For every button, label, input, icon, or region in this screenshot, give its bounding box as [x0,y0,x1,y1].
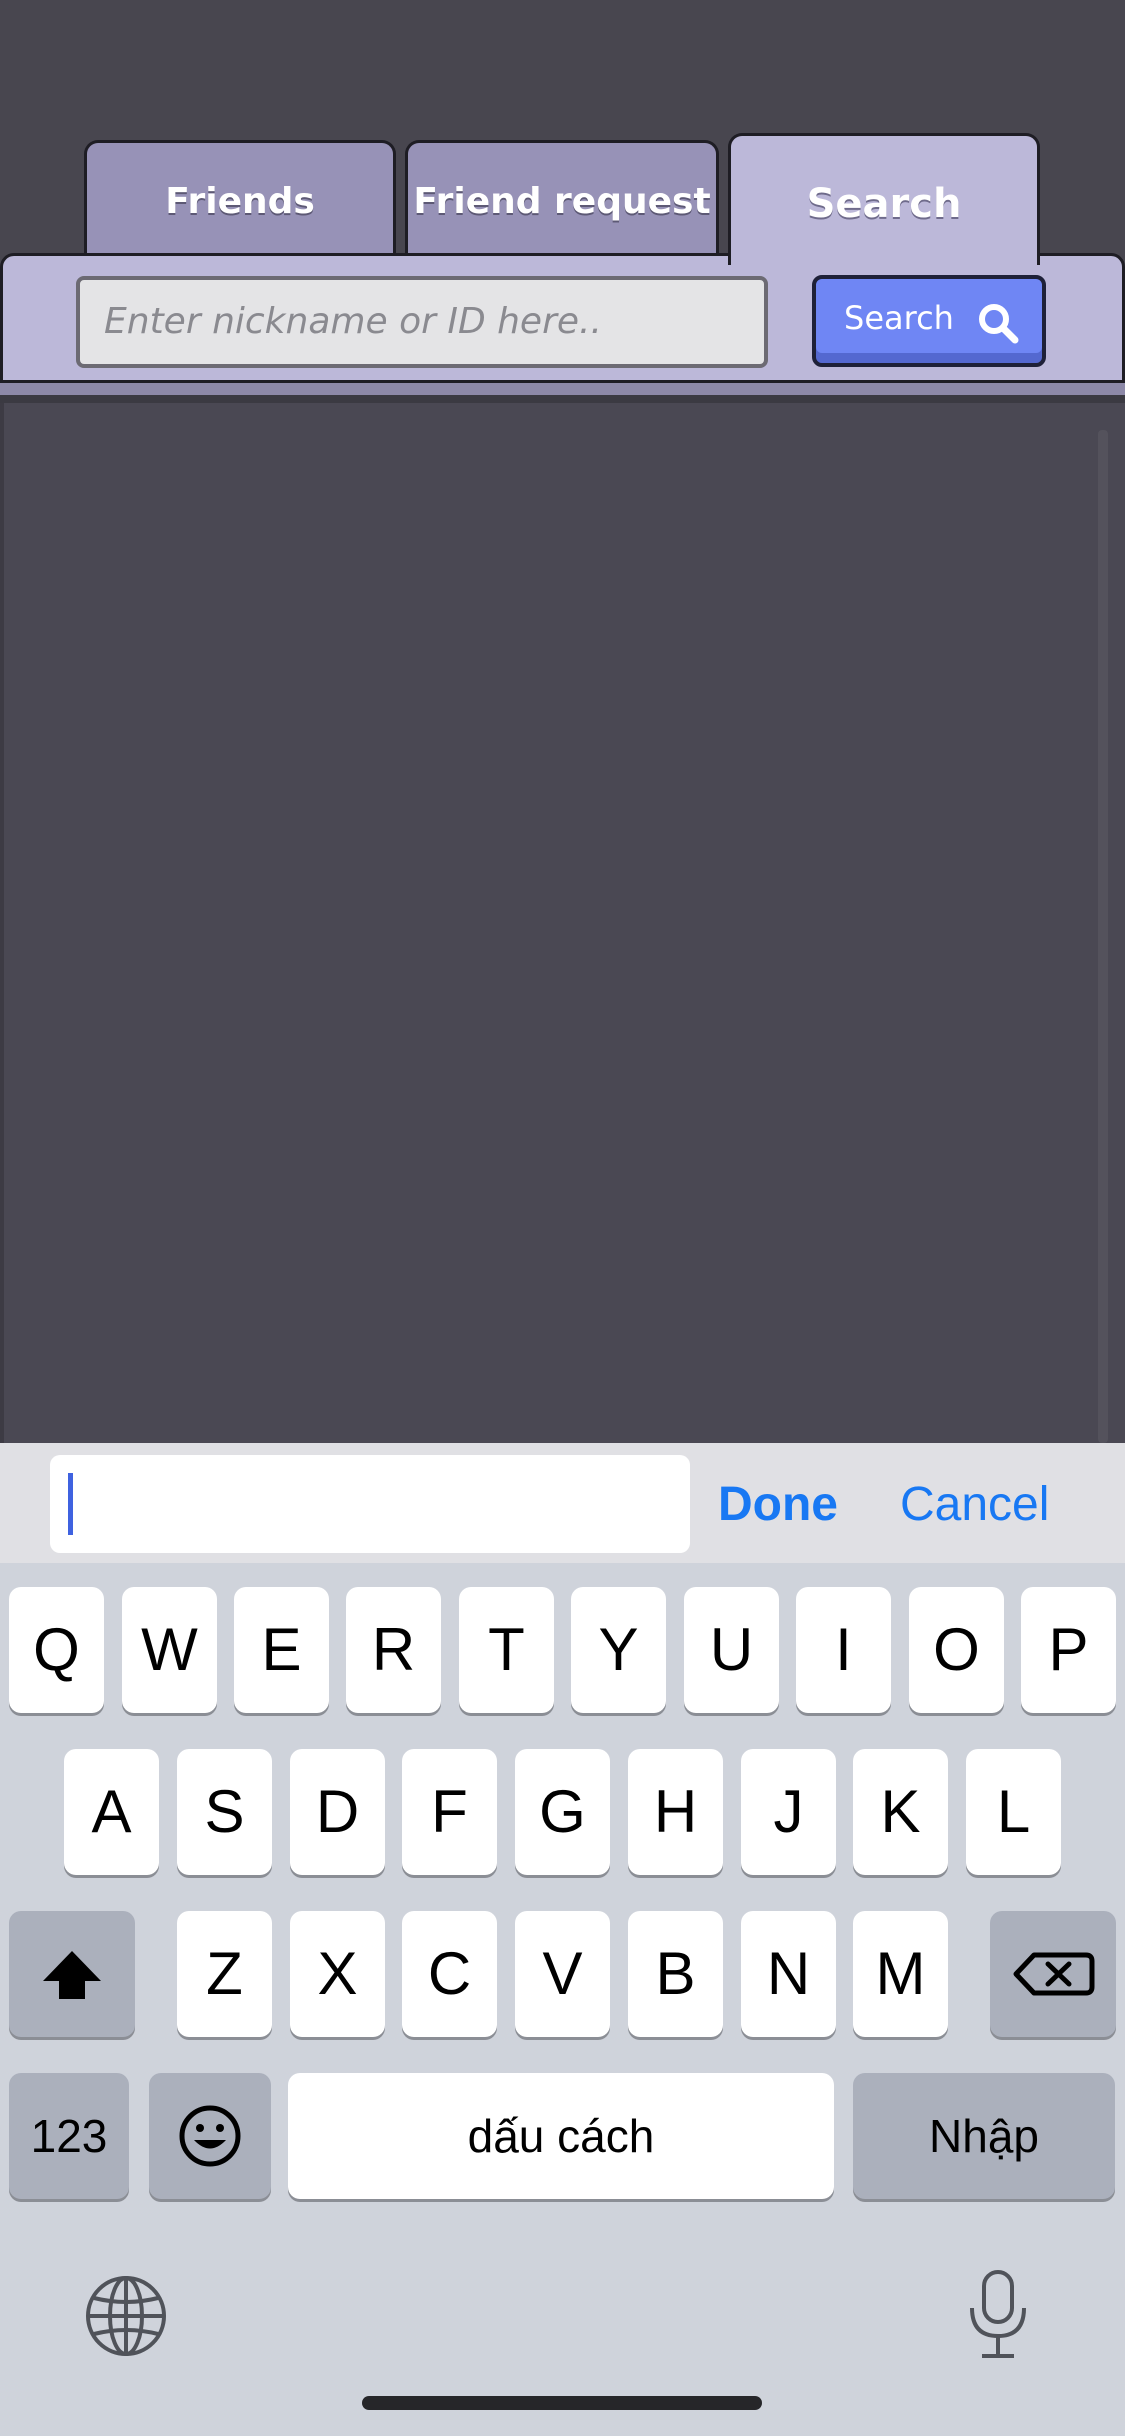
space-key[interactable]: dấu cách [288,2073,834,2199]
key-r[interactable]: R [346,1587,441,1713]
text-entry-field[interactable] [50,1455,690,1553]
results-list [0,403,1125,1443]
return-key[interactable]: Nhập [853,2073,1115,2199]
home-indicator [362,2396,762,2410]
key-t[interactable]: T [459,1587,554,1713]
key-a[interactable]: A [64,1749,159,1875]
key-y[interactable]: Y [571,1587,666,1713]
key-u[interactable]: U [684,1587,779,1713]
key-z[interactable]: Z [177,1911,272,2037]
key-j[interactable]: J [741,1749,836,1875]
key-v[interactable]: V [515,1911,610,2037]
key-e[interactable]: E [234,1587,329,1713]
search-input[interactable]: Enter nickname or ID here.. [76,276,768,368]
text-cursor [68,1473,73,1535]
key-c[interactable]: C [402,1911,497,2037]
key-i[interactable]: I [796,1587,891,1713]
key-s[interactable]: S [177,1749,272,1875]
tab-search[interactable]: Search [728,133,1040,265]
key-q[interactable]: Q [9,1587,104,1713]
emoji-key[interactable] [149,2073,271,2199]
emoji-icon [179,2105,241,2167]
key-p[interactable]: P [1021,1587,1116,1713]
search-panel-edge [0,383,1125,395]
search-button[interactable]: Search [812,275,1046,367]
key-n[interactable]: N [741,1911,836,2037]
key-d[interactable]: D [290,1749,385,1875]
globe-icon[interactable] [84,2274,168,2358]
cancel-button[interactable]: Cancel [900,1470,1049,1540]
key-m[interactable]: M [853,1911,948,2037]
delete-key[interactable] [990,1911,1116,2037]
key-b[interactable]: B [628,1911,723,2037]
shift-icon [43,1951,101,1999]
backspace-icon [1013,1952,1095,1996]
tab-friend-request[interactable]: Friend request [405,140,719,258]
microphone-icon[interactable] [964,2268,1032,2360]
search-button-label: Search [844,299,954,337]
divider [0,395,1125,403]
key-o[interactable]: O [909,1587,1004,1713]
key-l[interactable]: L [966,1749,1061,1875]
results-list-edge [0,403,4,1443]
numbers-key[interactable]: 123 [9,2073,129,2199]
key-g[interactable]: G [515,1749,610,1875]
key-h[interactable]: H [628,1749,723,1875]
done-button[interactable]: Done [718,1470,838,1540]
shift-key[interactable] [9,1911,135,2037]
key-f[interactable]: F [402,1749,497,1875]
tab-friends[interactable]: Friends [84,140,396,258]
key-w[interactable]: W [122,1587,217,1713]
scrollbar[interactable] [1098,430,1108,1443]
search-icon [979,304,1019,344]
key-x[interactable]: X [290,1911,385,2037]
key-k[interactable]: K [853,1749,948,1875]
